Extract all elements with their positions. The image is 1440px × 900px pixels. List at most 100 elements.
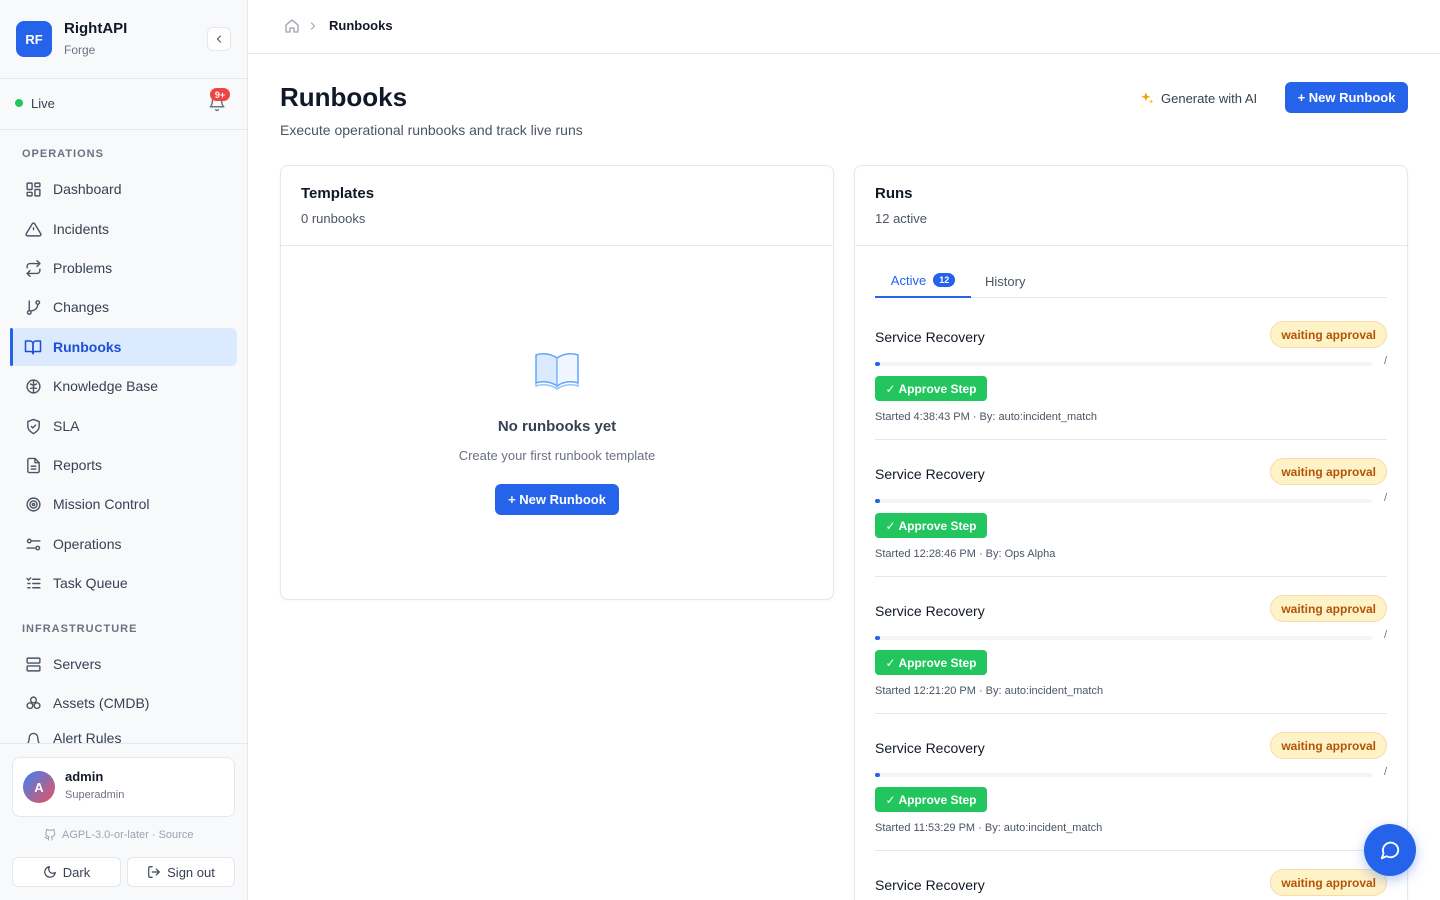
dark-mode-label: Dark bbox=[62, 864, 91, 880]
sidebar-item-runbooks[interactable]: Runbooks bbox=[10, 328, 237, 366]
run-name: Service Recovery bbox=[875, 466, 985, 482]
user-role: Superadmin bbox=[65, 789, 125, 801]
sparkles-icon bbox=[1141, 92, 1154, 104]
report-icon bbox=[23, 455, 43, 475]
sidebar-item-label: Alert Rules bbox=[53, 730, 122, 744]
sidebar-item-label: Incidents bbox=[53, 221, 110, 237]
sidebar-item-label: SLA bbox=[53, 418, 80, 434]
home-icon[interactable] bbox=[284, 18, 300, 34]
sidebar-item-operations[interactable]: Operations bbox=[10, 525, 237, 563]
run-progress-track bbox=[875, 362, 1372, 366]
run-status-badge: waiting approval bbox=[1270, 732, 1387, 759]
warning-icon bbox=[23, 219, 43, 239]
run-name: Service Recovery bbox=[875, 603, 985, 619]
sidebar-item-sla[interactable]: SLA bbox=[10, 407, 237, 445]
sidebar-item-alert-rules[interactable]: Alert Rules bbox=[10, 724, 237, 744]
shield-icon bbox=[23, 416, 43, 436]
approve-step-button[interactable]: ✓ Approve Step bbox=[875, 787, 987, 812]
run-meta: Started 12:21:20 PM · By: auto:incident_… bbox=[875, 685, 1104, 697]
sliders-icon bbox=[23, 534, 43, 554]
empty-new-runbook-button[interactable]: + New Runbook bbox=[495, 484, 619, 515]
approve-step-button[interactable]: ✓ Approve Step bbox=[875, 376, 987, 401]
run-name: Service Recovery bbox=[875, 329, 985, 345]
moon-icon bbox=[43, 866, 56, 878]
empty-state-description: Create your first runbook template bbox=[458, 448, 656, 463]
tab-history[interactable]: History bbox=[985, 264, 1025, 298]
sidebar-item-task-queue[interactable]: Task Queue bbox=[10, 564, 237, 602]
server-icon bbox=[23, 654, 43, 674]
sidebar-item-mission-control[interactable]: Mission Control bbox=[10, 485, 237, 523]
github-icon bbox=[44, 829, 56, 841]
sidebar-item-label: Operations bbox=[53, 536, 122, 552]
sidebar-item-label: Dashboard bbox=[53, 181, 122, 197]
page-title: Runbooks bbox=[280, 82, 408, 112]
run-separator bbox=[875, 576, 1387, 577]
open-book-icon bbox=[535, 353, 579, 390]
sign-out-icon bbox=[148, 866, 160, 878]
run-name: Service Recovery bbox=[875, 877, 985, 893]
runs-title: Runs bbox=[875, 185, 913, 202]
brain-icon bbox=[23, 376, 43, 396]
user-name: admin bbox=[65, 769, 104, 784]
live-label: Live bbox=[31, 96, 55, 111]
sidebar-item-knowledge-base[interactable]: Knowledge Base bbox=[10, 367, 237, 405]
chevron-right-icon bbox=[310, 22, 316, 30]
brand-name: RightAPI bbox=[64, 20, 128, 37]
nav-section-operations: OPERATIONS bbox=[22, 148, 104, 160]
new-runbook-button[interactable]: + New Runbook bbox=[1285, 82, 1408, 113]
run-meta: Started 11:53:29 PM · By: auto:incident_… bbox=[875, 822, 1103, 834]
generate-with-ai-button[interactable]: Generate with AI bbox=[1140, 86, 1257, 110]
run-meta: Started 4:38:43 PM · By: auto:incident_m… bbox=[875, 411, 1097, 423]
sidebar-item-servers[interactable]: Servers bbox=[10, 645, 237, 683]
run-meta: Started 12:28:46 PM · By: Ops Alpha bbox=[875, 548, 1056, 560]
sidebar-item-changes[interactable]: Changes bbox=[10, 288, 237, 326]
run-item: Service Recovery waiting approval / ✓ Ap… bbox=[875, 595, 1387, 732]
approve-step-button[interactable]: ✓ Approve Step bbox=[875, 513, 987, 538]
chat-button[interactable] bbox=[1364, 824, 1416, 876]
dashboard-icon bbox=[23, 179, 43, 199]
run-item: Service Recovery waiting approval / ✓ Ap… bbox=[875, 458, 1387, 595]
run-status-badge: waiting approval bbox=[1270, 595, 1387, 622]
run-status-badge: waiting approval bbox=[1270, 869, 1387, 896]
chat-bubble-icon bbox=[1380, 841, 1400, 860]
templates-divider bbox=[281, 245, 833, 246]
run-progress-fill bbox=[875, 773, 880, 777]
run-progress-fill bbox=[875, 362, 880, 366]
brand-subtitle: Forge bbox=[64, 43, 96, 57]
tab-active[interactable]: Active 12 bbox=[875, 264, 971, 298]
sidebar-item-problems[interactable]: Problems bbox=[10, 249, 237, 287]
run-progress-track bbox=[875, 636, 1372, 640]
run-name: Service Recovery bbox=[875, 740, 985, 756]
sidebar-item-assets[interactable]: Assets (CMDB) bbox=[10, 684, 237, 722]
license-link[interactable]: AGPL-3.0-or-later · Source bbox=[44, 829, 193, 841]
bell-icon bbox=[23, 730, 43, 744]
approve-step-button[interactable]: ✓ Approve Step bbox=[875, 650, 987, 675]
dark-mode-button[interactable]: Dark bbox=[12, 857, 121, 887]
run-step-counter: / bbox=[1383, 355, 1387, 367]
run-progress-track bbox=[875, 499, 1372, 503]
collapse-sidebar-button[interactable] bbox=[207, 27, 231, 51]
sidebar: RF RightAPI Forge Live 9+ OPERATIONS Das… bbox=[0, 0, 248, 900]
brand-logo[interactable]: RF bbox=[16, 21, 52, 57]
sidebar-item-label: Reports bbox=[53, 457, 103, 473]
runs-count: 12 active bbox=[875, 211, 928, 226]
sidebar-item-reports[interactable]: Reports bbox=[10, 446, 237, 484]
tab-active-label: Active bbox=[890, 272, 927, 288]
run-status-badge: waiting approval bbox=[1270, 458, 1387, 485]
list-icon bbox=[23, 573, 43, 593]
live-indicator-dot bbox=[15, 99, 23, 107]
breadcrumb-current: Runbooks bbox=[329, 18, 393, 33]
license-text: AGPL-3.0-or-later · Source bbox=[62, 829, 194, 841]
sidebar-item-label: Problems bbox=[53, 260, 113, 276]
sidebar-item-label: Changes bbox=[53, 299, 110, 315]
run-step-counter: / bbox=[1383, 629, 1387, 641]
git-branch-icon bbox=[23, 297, 43, 317]
sidebar-item-incidents[interactable]: Incidents bbox=[10, 210, 237, 248]
sidebar-item-label: Runbooks bbox=[53, 339, 122, 355]
boxes-icon bbox=[23, 693, 43, 713]
run-step-counter: / bbox=[1383, 766, 1387, 778]
run-status-badge: waiting approval bbox=[1270, 321, 1387, 348]
sidebar-item-dashboard[interactable]: Dashboard bbox=[10, 170, 237, 208]
avatar: A bbox=[23, 771, 55, 803]
sign-out-button[interactable]: Sign out bbox=[127, 857, 235, 887]
